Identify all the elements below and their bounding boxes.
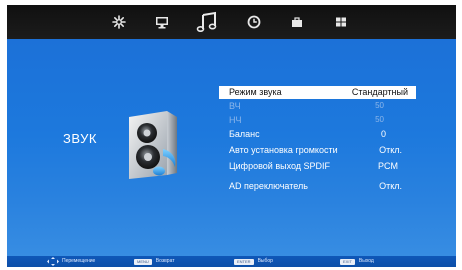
clock-icon xyxy=(247,15,261,29)
menu-item-auto-volume[interactable]: Авто установка громкости Откл. xyxy=(219,143,416,157)
menu-item-value: Откл. xyxy=(379,145,402,155)
menu-item-label: НЧ xyxy=(229,115,242,125)
exit-key: EXIT xyxy=(340,258,355,265)
menu-item-value: 0 xyxy=(380,129,386,139)
tab-setup[interactable] xyxy=(321,5,361,39)
hint-back: MENU Возврат xyxy=(134,256,175,267)
menu-item-label: Цифровой выход SPDIF xyxy=(229,161,331,171)
menu-item-label: Баланс xyxy=(229,129,260,139)
sound-settings-menu: Режим звука Стандартный ВЧ 50 НЧ 50 Бала… xyxy=(219,86,416,193)
dpad-icon xyxy=(47,257,59,266)
menu-item-value: 50 xyxy=(375,115,384,124)
music-note-icon xyxy=(196,11,217,33)
top-menu-bar xyxy=(7,5,456,39)
monitor-icon xyxy=(156,17,168,29)
grid-icon xyxy=(336,17,346,27)
menu-item-value: PCM xyxy=(378,161,398,171)
briefcase-icon xyxy=(292,17,302,27)
menu-item-label: Авто установка громкости xyxy=(229,145,338,155)
menu-item-balance[interactable]: Баланс 0 xyxy=(219,127,416,141)
tab-screen[interactable] xyxy=(142,5,182,39)
menu-item-label: AD переключатель xyxy=(229,181,308,191)
menu-item-value: 50 xyxy=(375,101,384,110)
section-title: ЗВУК xyxy=(63,131,97,146)
menu-key: MENU xyxy=(134,258,152,265)
menu-item-sound-mode[interactable]: Режим звука Стандартный xyxy=(219,86,416,99)
menu-item-ad-switch[interactable]: AD переключатель Откл. xyxy=(219,179,416,193)
menu-item-value: Стандартный xyxy=(351,87,408,97)
hint-move-label: Перемещение xyxy=(62,258,96,264)
tab-sound[interactable] xyxy=(187,5,227,39)
menu-item-bass: НЧ 50 xyxy=(219,113,416,127)
enter-key: ENTER xyxy=(234,258,254,265)
hint-select: ENTER Выбор xyxy=(234,256,273,267)
hint-move: Перемещение xyxy=(47,256,95,267)
asterisk-icon xyxy=(112,15,126,29)
hint-exit: EXIT Выход xyxy=(340,256,374,267)
hint-select-label: Выбор xyxy=(257,258,273,264)
tab-picture[interactable] xyxy=(99,5,139,39)
menu-item-label: ВЧ xyxy=(229,101,241,111)
menu-item-label: Режим звука xyxy=(229,87,282,97)
menu-item-treble: ВЧ 50 xyxy=(219,99,416,113)
hint-exit-label: Выход xyxy=(358,258,374,264)
bottom-hint-bar: Перемещение MENU Возврат ENTER Выбор EXI… xyxy=(7,256,456,267)
menu-item-value: Откл. xyxy=(379,181,402,191)
menu-item-spdif[interactable]: Цифровой выход SPDIF PCM xyxy=(219,159,416,173)
tab-lock[interactable] xyxy=(277,5,317,39)
speaker-music-icon xyxy=(129,111,177,179)
tv-menu-screen: ЗВУК Режим звука Стандартный ВЧ 50 НЧ 50… xyxy=(7,5,456,267)
tab-time[interactable] xyxy=(234,5,274,39)
hint-back-label: Возврат xyxy=(155,258,175,264)
